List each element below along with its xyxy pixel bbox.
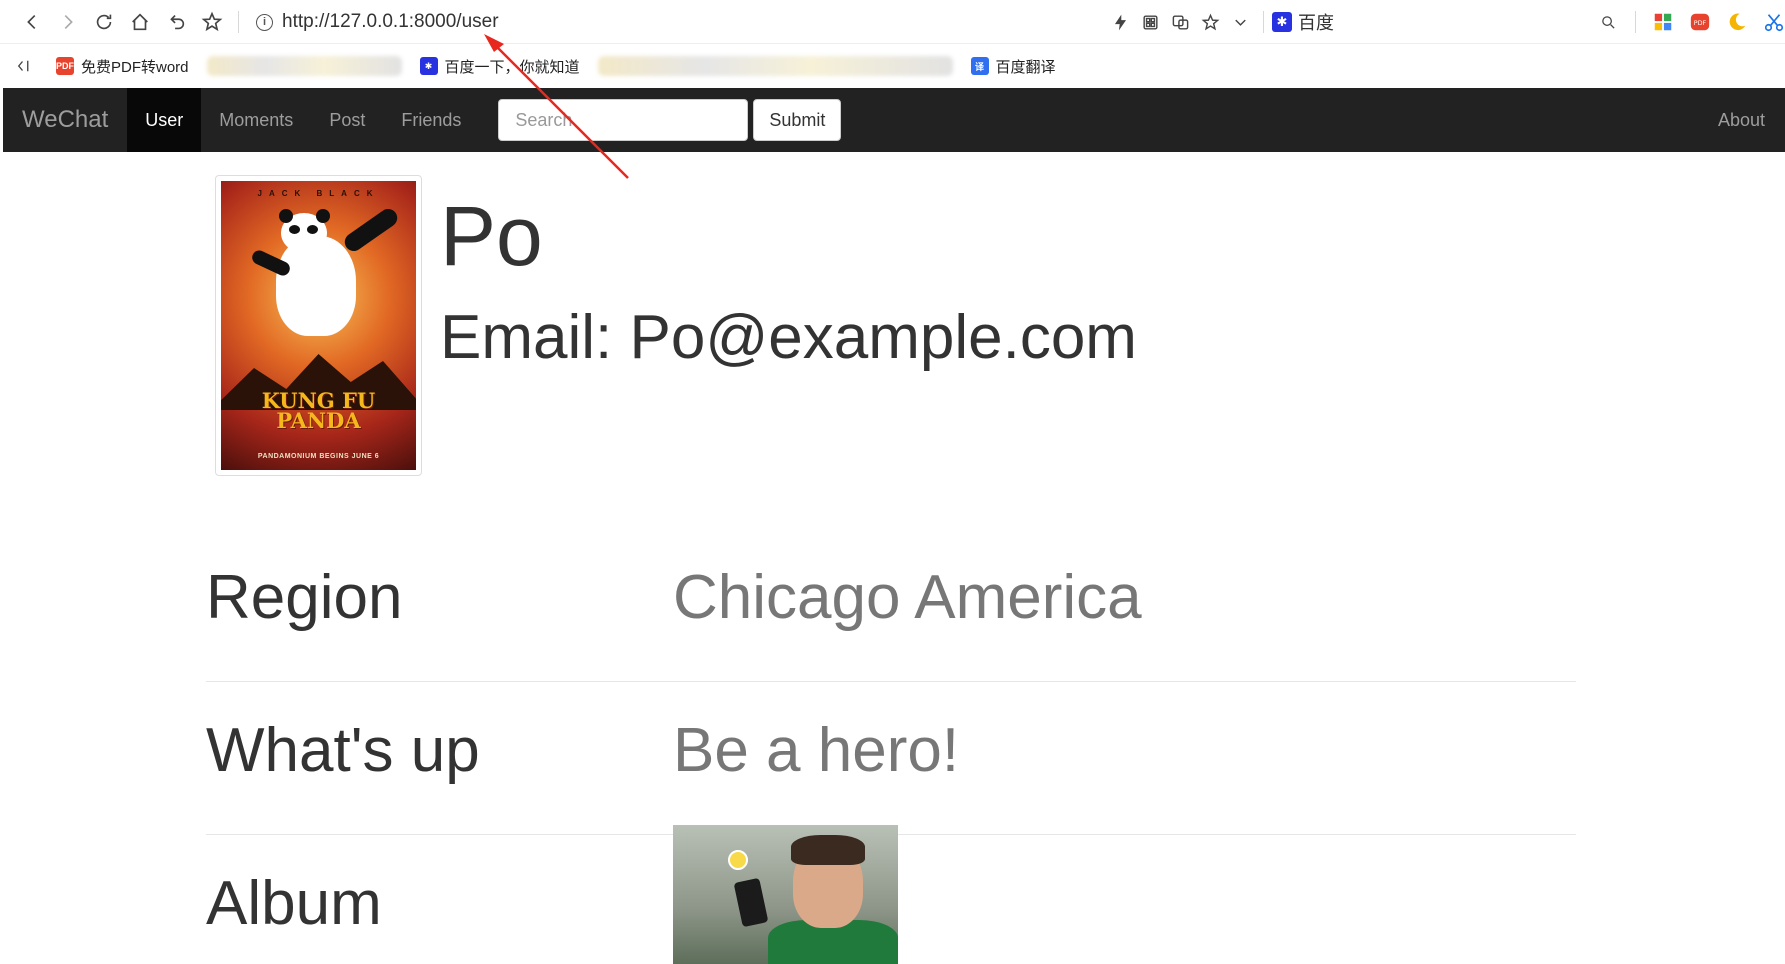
panda-ear — [316, 209, 330, 223]
bookmark-label: 百度翻译 — [995, 58, 1056, 76]
bookmark-label: 免费PDF转word — [81, 58, 189, 76]
nav-item-about[interactable]: About — [1718, 110, 1785, 131]
reload-icon[interactable] — [86, 4, 122, 40]
album-phone — [733, 877, 769, 928]
site-info-icon[interactable]: i — [256, 13, 273, 31]
bookmarks-bar: PDF 免费PDF转word ✱ 百度一下，你就知道 译 百度翻译 — [0, 44, 1785, 88]
undo-icon[interactable] — [158, 4, 194, 40]
info-label: What's up — [206, 716, 480, 785]
scissors-icon[interactable] — [1755, 4, 1785, 40]
nav-item-moments[interactable]: Moments — [201, 88, 311, 152]
pdf-icon: PDF — [56, 57, 74, 75]
chevron-down-icon[interactable] — [1225, 4, 1255, 40]
search-icon[interactable] — [1590, 4, 1627, 40]
row-divider — [206, 681, 1576, 682]
nav-item-user[interactable]: User — [127, 88, 202, 152]
poster-top-text: JACK BLACK — [257, 189, 380, 198]
info-label: Album — [206, 869, 382, 938]
lightning-icon[interactable] — [1105, 4, 1135, 40]
search-engine-baidu[interactable]: ✱ 百度 — [1272, 9, 1334, 35]
info-value: Chicago America — [673, 563, 1142, 632]
poster-title: KUNG FU PANDA — [221, 390, 416, 433]
toolbar-divider — [1635, 11, 1636, 33]
sidebar-toggle-icon[interactable] — [8, 48, 40, 84]
pdf-extension-icon[interactable]: PDF — [1681, 4, 1718, 40]
panda-eye — [289, 225, 300, 234]
panda-eye — [307, 225, 318, 234]
info-label: Region — [206, 563, 403, 632]
info-value: Be a hero! — [673, 716, 960, 785]
translate-icon[interactable] — [1165, 4, 1195, 40]
svg-text:PDF: PDF — [1693, 19, 1706, 27]
submit-button[interactable]: Submit — [753, 99, 842, 141]
favorite-star-icon[interactable] — [1195, 4, 1225, 40]
album-photo[interactable] — [673, 825, 898, 964]
nav-item-post[interactable]: Post — [311, 88, 383, 152]
qr-grid-icon[interactable] — [1135, 4, 1165, 40]
forward-icon[interactable] — [50, 4, 86, 40]
brand-link[interactable]: WeChat — [3, 88, 127, 152]
bookmark-star-icon[interactable] — [194, 4, 230, 40]
translate-icon: 译 — [970, 57, 989, 75]
poster-tagline: PANDAMONIUM BEGINS JUNE 6 — [257, 453, 380, 460]
avatar: JACK BLACK KUNG FU PANDA PANDAMONIUM BEG… — [215, 175, 422, 476]
address-bar[interactable]: i http://127.0.0.1:8000/user — [256, 0, 499, 44]
baidu-paw-icon: ✱ — [1272, 12, 1292, 32]
bookmark-baidu[interactable]: ✱ 百度一下，你就知道 — [419, 56, 580, 77]
toolbar-divider — [238, 10, 239, 33]
smile-emoji-icon — [728, 850, 748, 870]
panda-ear — [279, 209, 293, 223]
toolbar-divider — [1263, 11, 1264, 33]
bookmark-label: 百度一下，你就知道 — [444, 58, 580, 76]
search-input[interactable] — [498, 99, 749, 141]
baidu-paw-icon: ✱ — [419, 57, 438, 75]
bookmark-baidu-translate[interactable]: 译 百度翻译 — [970, 56, 1056, 77]
album-hair — [791, 835, 865, 865]
moon-icon[interactable] — [1718, 4, 1755, 40]
address-bar-tools: ✱ 百度 — [1105, 0, 1334, 44]
blurred-bookmark[interactable] — [597, 56, 953, 76]
user-email: Email: Po@example.com — [440, 303, 1137, 372]
user-name: Po — [440, 189, 543, 283]
search-engine-label: 百度 — [1298, 13, 1334, 33]
app-navbar: WeChat User Moments Post Friends Submit … — [3, 88, 1785, 152]
bookmark-pdf-to-word[interactable]: PDF 免费PDF转word — [56, 56, 189, 77]
apps-grid-icon[interactable] — [1644, 4, 1681, 40]
back-icon[interactable] — [14, 4, 50, 40]
panda-body — [276, 236, 356, 336]
nav-item-friends[interactable]: Friends — [383, 88, 479, 152]
panda-leg — [341, 205, 401, 255]
url-text[interactable]: http://127.0.0.1:8000/user — [282, 11, 499, 33]
home-icon[interactable] — [122, 4, 158, 40]
poster-title-line: PANDA — [276, 408, 361, 433]
blurred-bookmark[interactable] — [206, 56, 402, 76]
avatar-image: JACK BLACK KUNG FU PANDA PANDAMONIUM BEG… — [221, 181, 416, 470]
extension-tools: PDF — [1590, 0, 1785, 44]
